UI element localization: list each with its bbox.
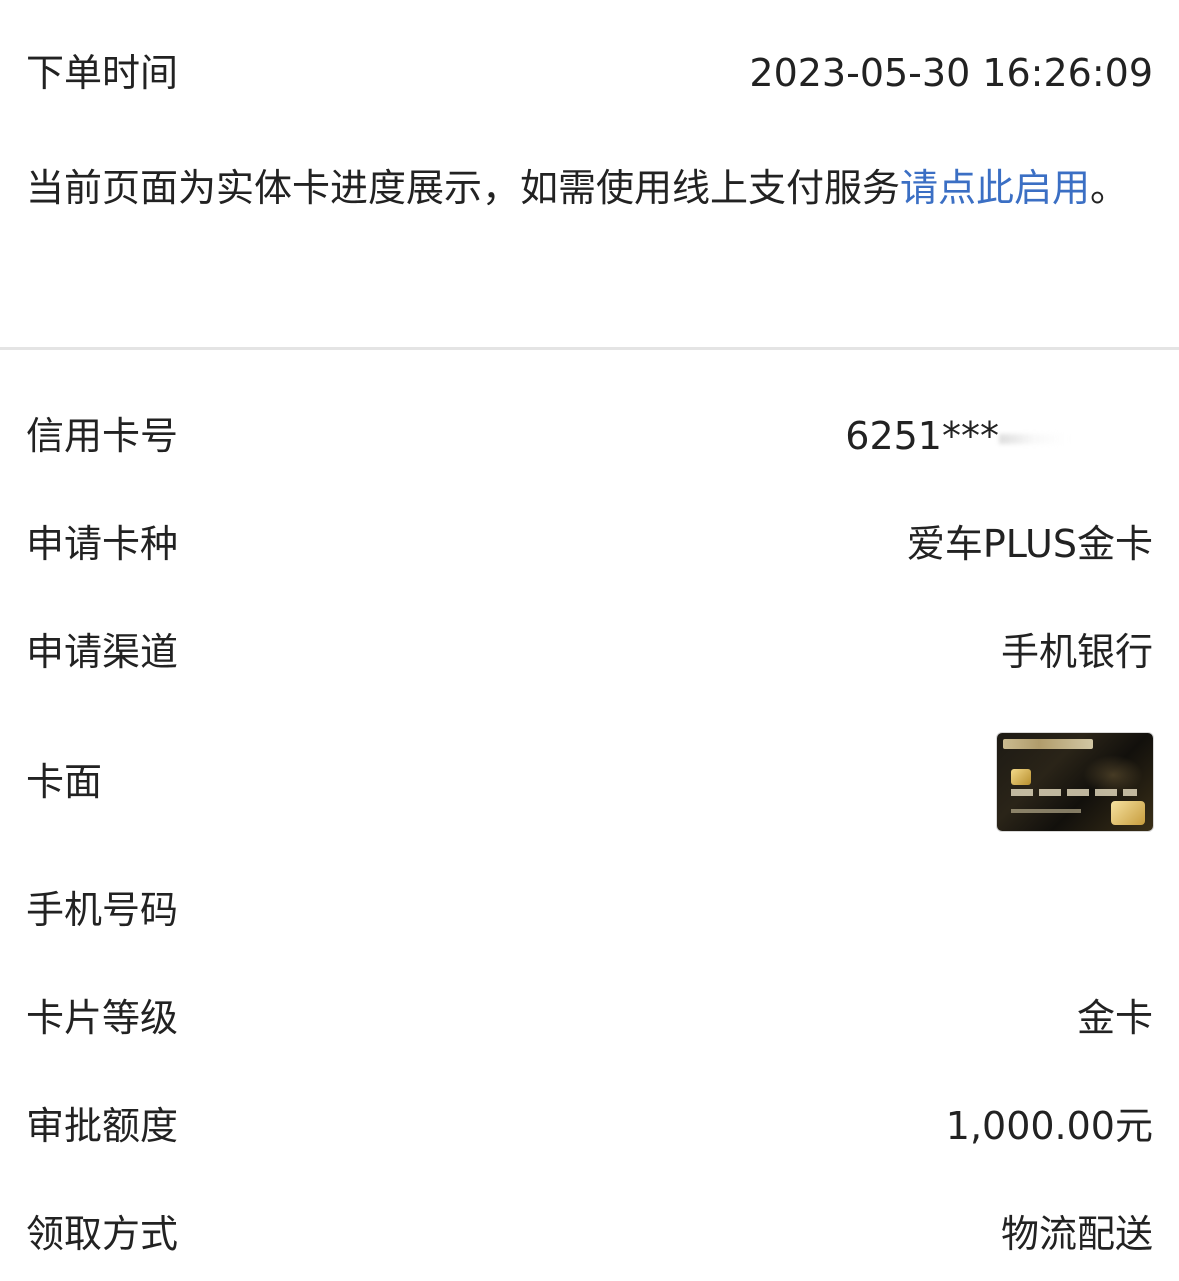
card-network-badge-icon [1111,801,1145,825]
approved-limit-label: 审批额度 [26,1104,179,1148]
physical-card-notice: 当前页面为实体卡进度展示，如需使用线上支付服务请点此启用。 [26,152,1136,224]
card-holder-line [1011,809,1081,813]
card-number-value: 6251*** [845,413,1069,459]
pickup-method-label: 领取方式 [26,1212,179,1256]
order-time-value: 2023-05-30 16:26:09 [749,51,1153,95]
notice-suffix: 。 [1090,166,1129,210]
card-bank-logo [1003,739,1093,749]
phone-label: 手机号码 [26,888,179,932]
card-level-row: 卡片等级 金卡 [26,995,1153,1041]
card-chip-icon [1011,769,1031,785]
card-number-emboss [1011,789,1137,796]
credit-card-image[interactable] [997,733,1153,831]
channel-row: 申请渠道 手机银行 [26,629,1153,675]
channel-value: 手机银行 [1000,630,1153,674]
approved-limit-row: 审批额度 1,000.00元 [26,1103,1153,1149]
pickup-method-value: 物流配送 [1000,1212,1153,1256]
pickup-method-row: 领取方式 物流配送 [26,1211,1153,1257]
card-type-row: 申请卡种 爱车PLUS金卡 [26,521,1153,567]
card-level-label: 卡片等级 [26,996,179,1040]
card-number-text: 6251*** [845,414,999,458]
card-number-row: 信用卡号 6251*** [26,413,1153,459]
order-time-label: 下单时间 [26,51,179,95]
card-number-label: 信用卡号 [26,414,179,458]
card-type-label: 申请卡种 [26,522,179,566]
card-number-redaction [999,433,1069,444]
notice-text: 当前页面为实体卡进度展示，如需使用线上支付服务 [26,166,901,210]
card-face-row: 卡面 [26,733,1153,831]
card-type-value: 爱车PLUS金卡 [906,522,1153,566]
section-divider [0,347,1179,350]
order-time-row: 下单时间 2023-05-30 16:26:09 [26,50,1153,96]
card-level-value: 金卡 [1076,996,1153,1040]
card-face-label: 卡面 [26,760,103,804]
channel-label: 申请渠道 [26,630,179,674]
enable-online-payment-link[interactable]: 请点此启用 [900,166,1090,210]
approved-limit-value: 1,000.00元 [945,1104,1153,1148]
phone-row: 手机号码 [26,887,1153,933]
